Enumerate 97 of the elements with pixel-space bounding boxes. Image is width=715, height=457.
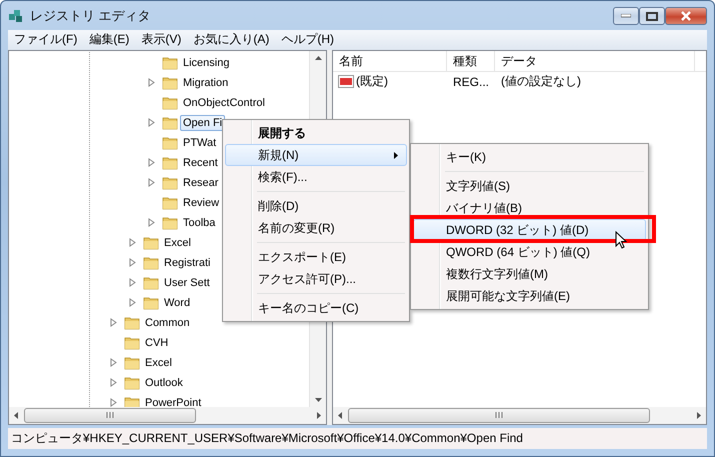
expand-icon[interactable] [148,118,156,128]
column-header[interactable]: 名前 [333,50,447,71]
menu-item[interactable]: QWORD (64 ビット) 値(Q) [413,241,646,263]
folder-icon [162,176,178,190]
scroll-right-icon[interactable] [315,412,322,419]
tree-item[interactable]: Outlook [142,374,186,391]
menu-bar-item[interactable]: お気に入り(A) [187,31,276,48]
tree-item[interactable]: CVH [142,334,172,351]
menu-item[interactable]: DWORD (32 ビット) 値(D) [413,219,646,241]
menu-item[interactable]: 名前の変更(R) [225,217,407,239]
tree-item[interactable]: Excel [142,354,175,371]
menu-item[interactable]: 削除(D) [225,195,407,217]
string-value-icon [338,75,354,88]
table-cell-text: REG... [452,74,490,89]
tree-item[interactable]: Recent [180,154,221,171]
folder-icon [124,336,140,350]
expand-icon[interactable] [129,278,137,288]
mouse-pointer-icon [615,231,627,249]
folder-icon [143,236,159,250]
menu-item[interactable]: バイナリ値(B) [413,197,646,219]
column-header[interactable]: データ [495,50,695,71]
menu-item[interactable]: 展開する [225,122,407,144]
menu-item[interactable]: 展開可能な文字列値(E) [413,285,646,307]
horizontal-scrollbar[interactable] [333,406,706,424]
menu-item[interactable]: 検索(F)... [225,166,407,188]
scroll-left-icon[interactable] [337,412,344,419]
menu-bar-item[interactable]: 表示(V) [135,31,188,48]
folder-icon [143,276,159,290]
tree-item[interactable]: Resear [180,174,222,191]
tree-item[interactable]: Common [142,314,193,331]
tree-item[interactable]: Licensing [180,54,232,71]
tree-item[interactable]: Review [180,194,222,211]
folder-icon [162,156,178,170]
expand-icon[interactable] [110,378,118,388]
table-cell-text: (値の設定なし) [500,73,581,90]
horizontal-scrollbar[interactable] [9,406,326,424]
expand-icon[interactable] [110,398,118,407]
tree-item[interactable]: OnObjectControl [180,94,268,111]
registry-cubes-icon [8,8,24,24]
expand-icon[interactable] [148,78,156,88]
menu-item[interactable]: 文字列値(S) [413,175,646,197]
close-button[interactable] [665,7,707,25]
tree-item[interactable]: Migration [180,74,232,91]
folder-icon [162,116,178,130]
tree-item[interactable]: Registrati [161,254,214,271]
scroll-up-icon[interactable] [314,54,322,62]
menu-item[interactable]: エクスポート(E) [225,246,407,268]
table-cell: (既定) [356,73,388,90]
tree-item[interactable]: Open Fi [180,114,226,131]
tree-item[interactable]: Excel [161,234,194,251]
menu-bar-item[interactable]: ヘルプ(H) [275,31,340,48]
tree-item[interactable]: User Sett [161,274,213,291]
menu-bar-item[interactable]: 編集(E) [83,31,136,48]
menu-bar-item[interactable]: ファイル(F) [8,31,84,48]
folder-icon [162,136,178,150]
window-title: レジストリ エディタ [30,6,151,25]
folder-icon [162,96,178,110]
scroll-right-icon[interactable] [695,412,702,419]
expand-icon[interactable] [148,158,156,168]
expand-icon[interactable] [148,178,156,188]
expand-icon[interactable] [110,358,118,368]
column-header[interactable]: 種類 [447,50,495,71]
folder-icon [124,316,140,330]
minimize-button[interactable] [613,7,639,25]
menu-item[interactable]: アクセス許可(P)... [225,268,407,290]
folder-icon [162,196,178,210]
tree-item[interactable]: PowerPoint [142,394,204,407]
grip-icon [106,412,114,418]
menu-item[interactable]: キー名のコピー(C) [225,297,407,319]
minimize-icon [621,14,631,18]
scroll-down-icon[interactable] [314,396,322,403]
menu-item[interactable]: 新規(N) [225,144,407,166]
folder-icon [124,356,140,370]
expand-icon[interactable] [129,298,137,308]
tree-item[interactable]: Word [161,294,194,311]
scroll-left-icon[interactable] [13,412,20,419]
expand-icon[interactable] [129,238,137,248]
menu-item[interactable]: キー(K) [413,146,646,168]
submenu-arrow-icon [394,152,398,158]
expand-icon[interactable] [110,318,118,328]
folder-icon [143,296,159,310]
folder-icon [162,76,178,90]
maximize-icon [646,12,658,20]
tree-item[interactable]: Toolba [180,214,218,231]
expand-icon[interactable] [129,258,137,268]
grip-icon [495,412,503,418]
folder-icon [124,396,140,407]
folder-icon [124,376,140,390]
menu-item[interactable]: 複数行文字列値(M) [413,263,646,285]
folder-icon [162,216,178,230]
maximize-button[interactable] [639,7,665,25]
tree-item[interactable]: PTWat [180,134,220,151]
folder-icon [143,256,159,270]
status-path: コンピュータ¥HKEY_CURRENT_USER¥Software¥Microsoft¥Office¥14.0¥Common¥Open Find [11,430,523,447]
expand-icon[interactable] [148,218,156,228]
folder-icon [162,56,178,70]
close-icon [680,11,692,21]
